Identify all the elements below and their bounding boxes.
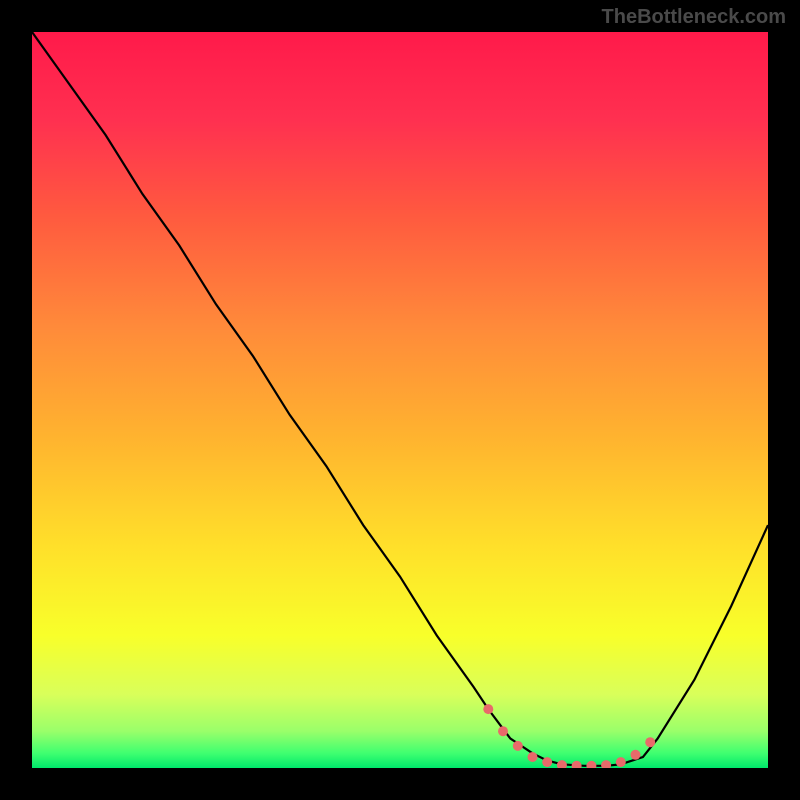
chart-plot-area [32, 32, 768, 768]
marker-dot [542, 757, 552, 767]
marker-dot [616, 757, 626, 767]
marker-dot [645, 737, 655, 747]
watermark-text: TheBottleneck.com [602, 6, 786, 29]
marker-dot [572, 761, 582, 768]
marker-dot [557, 760, 567, 768]
marker-dot [631, 750, 641, 760]
chart-curve-layer [32, 32, 768, 768]
marker-dot [498, 726, 508, 736]
marker-dot [483, 704, 493, 714]
marker-dot [528, 752, 538, 762]
marker-dot [513, 741, 523, 751]
bottleneck-curve [32, 32, 768, 766]
marker-dot [586, 761, 596, 768]
marker-dot [601, 760, 611, 768]
